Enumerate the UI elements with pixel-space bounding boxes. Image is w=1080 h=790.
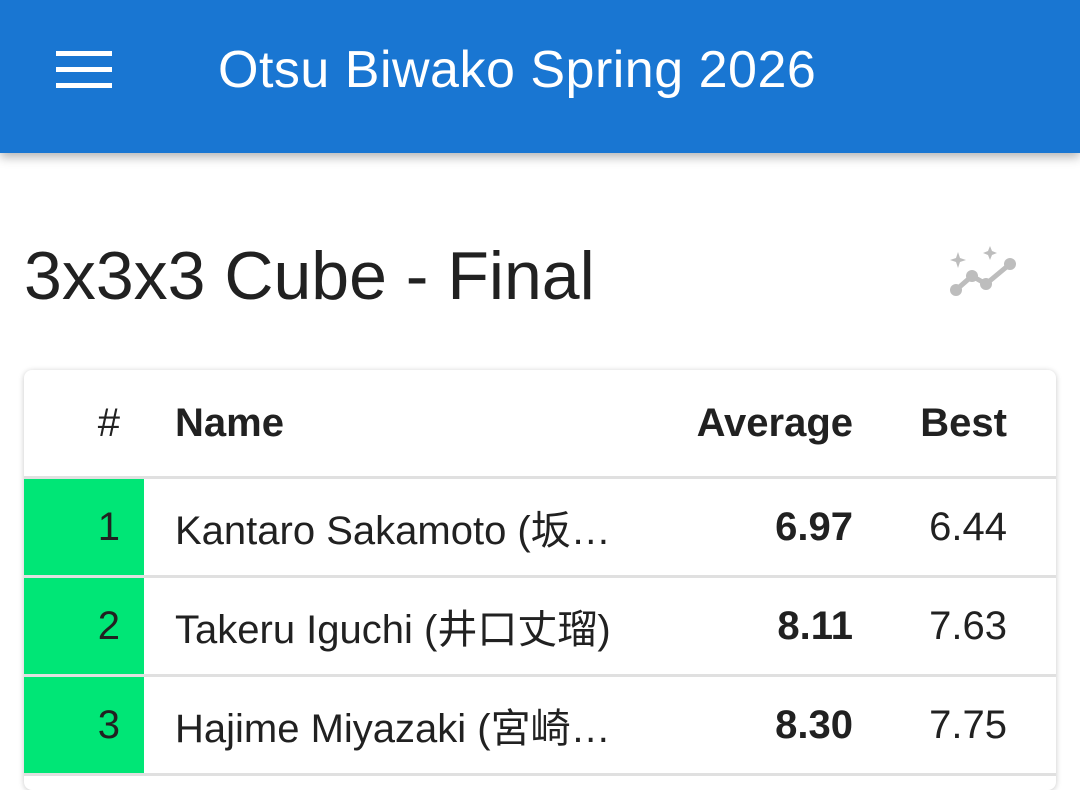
best-cell: 7.63 xyxy=(929,603,1007,648)
average-cell: 8.11 xyxy=(777,603,853,648)
header-rank: # xyxy=(97,400,120,445)
rank-cell: 2 xyxy=(24,578,144,674)
rank-cell: 3 xyxy=(24,677,144,773)
name-cell: Takeru Iguchi (井口丈瑠) xyxy=(175,578,695,674)
table-header: # Name Average Best xyxy=(24,370,1056,479)
competitor-name: Kantaro Sakamoto (坂… xyxy=(175,509,611,553)
app-bar: Otsu Biwako Spring 2026 xyxy=(0,0,1080,153)
header-name: Name xyxy=(175,400,284,445)
name-cell: Hajime Miyazaki (宮崎… xyxy=(175,677,695,773)
average-cell: 8.30 xyxy=(775,702,853,747)
auto-graph-icon xyxy=(950,246,1016,296)
page-title: 3x3x3 Cube - Final xyxy=(24,238,595,314)
average-cell: 6.97 xyxy=(775,504,853,549)
competitor-name: Takeru Iguchi (井口丈瑠) xyxy=(175,608,611,652)
best-cell: 6.44 xyxy=(929,504,1007,549)
table-row[interactable]: 1 Kantaro Sakamoto (坂… 6.97 6.44 xyxy=(24,479,1056,578)
chart-button[interactable] xyxy=(934,232,1030,318)
table-row[interactable]: 3 Hajime Miyazaki (宮崎… 8.30 7.75 xyxy=(24,677,1056,776)
best-cell: 7.75 xyxy=(929,702,1007,747)
table-row[interactable]: 2 Takeru Iguchi (井口丈瑠) 8.11 7.63 xyxy=(24,578,1056,677)
header-average[interactable]: Average xyxy=(644,370,853,476)
results-table: # Name Average Best 1 Kantaro Sakamoto (… xyxy=(24,370,1056,790)
menu-icon xyxy=(56,51,112,88)
menu-button[interactable] xyxy=(40,30,128,110)
header-best[interactable]: Best xyxy=(864,370,1007,476)
name-cell: Kantaro Sakamoto (坂… xyxy=(175,479,695,575)
rank-cell: 1 xyxy=(24,479,144,575)
competitor-name: Hajime Miyazaki (宮崎… xyxy=(175,707,611,751)
app-title: Otsu Biwako Spring 2026 xyxy=(218,41,817,99)
